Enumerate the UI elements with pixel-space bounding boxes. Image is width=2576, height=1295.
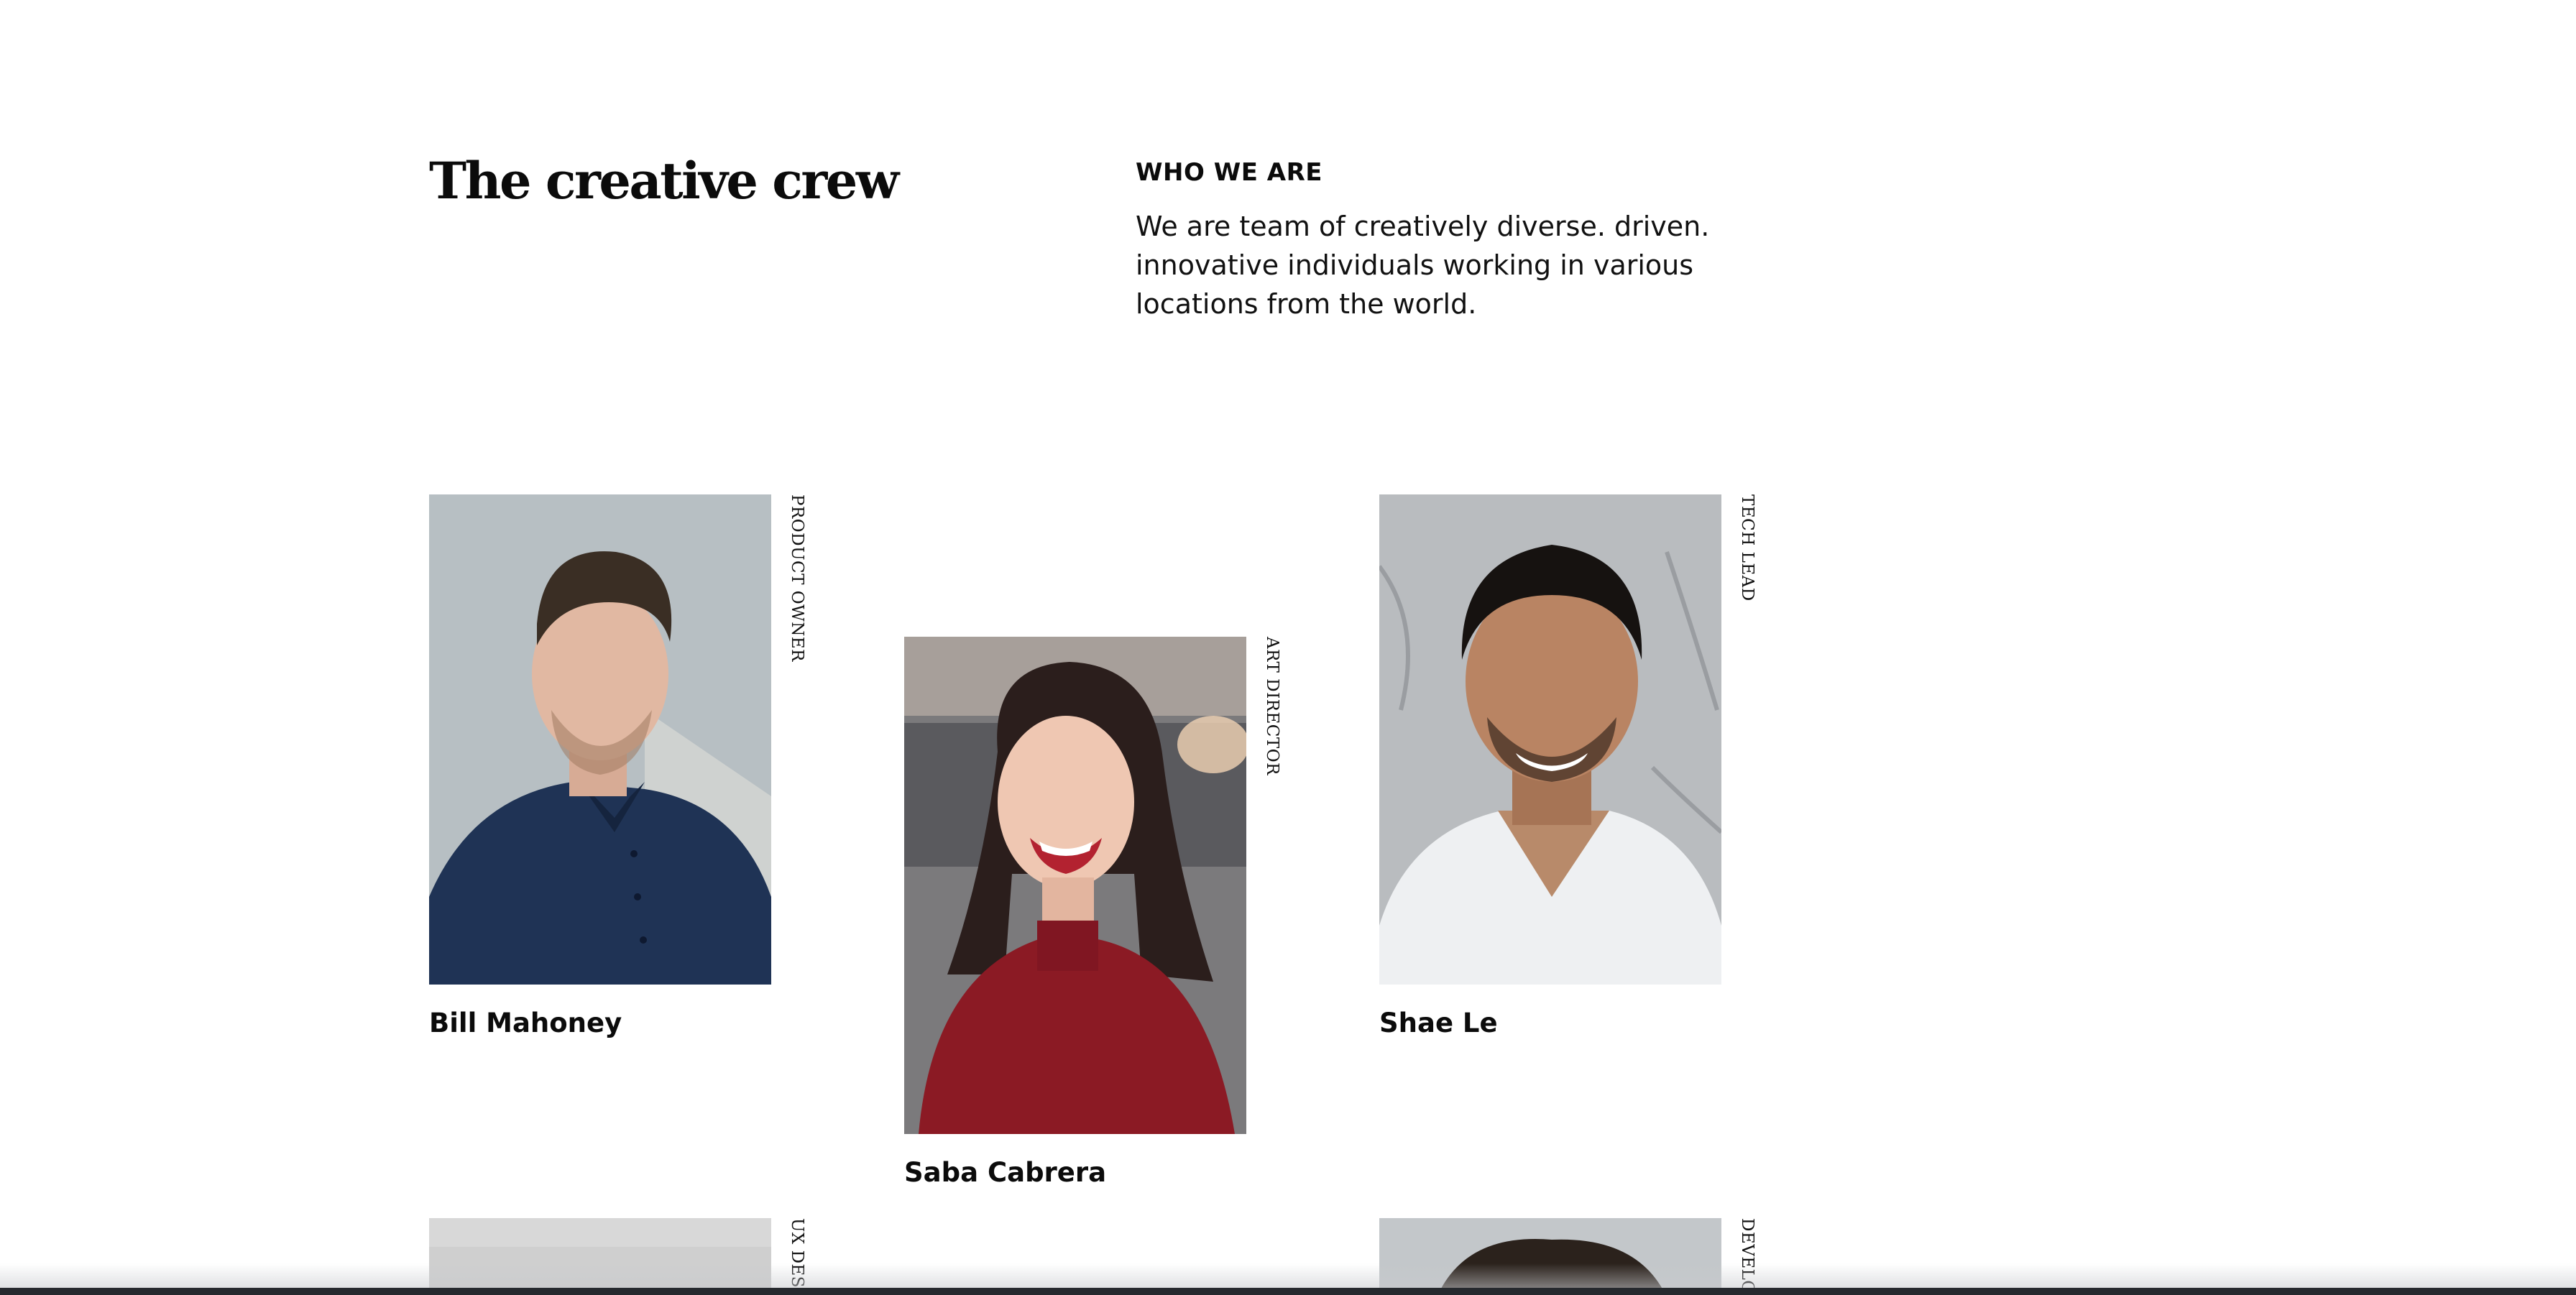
portrait-woman-red-sweater-image — [904, 637, 1246, 1134]
bottom-edge — [0, 1288, 2576, 1295]
section-eyebrow: WHO WE ARE — [1136, 158, 1322, 187]
member-role: ART DIRECTOR — [1263, 637, 1282, 775]
team-member-card[interactable]: ART DIRECTOR Saba Cabrera — [904, 637, 1282, 1190]
member-role: PRODUCT OWNER — [788, 494, 806, 662]
team-page: The creative crew WHO WE ARE We are team… — [0, 0, 2576, 1295]
portrait-man-white-tshirt-image — [1379, 494, 1721, 985]
member-photo[interactable] — [429, 494, 771, 985]
member-name: Saba Cabrera — [904, 1157, 1107, 1188]
page-title: The creative crew — [429, 151, 899, 211]
member-photo[interactable] — [1379, 494, 1721, 985]
member-role: TECH LEAD — [1738, 494, 1757, 602]
portrait-man-navy-polo-image — [429, 494, 771, 985]
member-photo[interactable] — [904, 637, 1246, 1134]
team-member-card[interactable]: PRODUCT OWNER Bill Mahoney — [429, 494, 806, 1041]
team-member-card[interactable]: TECH LEAD Shae Le — [1379, 494, 1757, 1041]
member-name: Shae Le — [1379, 1008, 1498, 1038]
intro-text: We are team of creatively diverse. drive… — [1136, 211, 1710, 320]
member-name: Bill Mahoney — [429, 1008, 622, 1038]
bottom-fade — [0, 1263, 2576, 1288]
